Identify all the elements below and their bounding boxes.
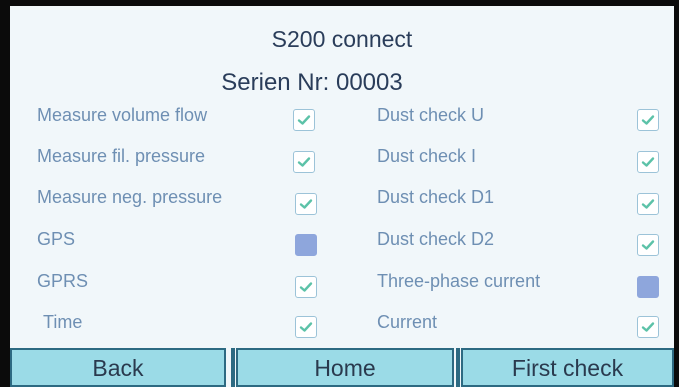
home-button[interactable]: Home xyxy=(236,348,454,387)
option-measure-neg-pressure-checkbox[interactable] xyxy=(295,193,317,215)
checkmark-icon xyxy=(299,322,313,332)
checkmark-icon xyxy=(299,282,313,292)
serial-number: Serien Nr: 00003 xyxy=(221,69,403,96)
option-measure-volume-flow-label: Measure volume flow xyxy=(37,105,208,125)
checkmark-icon xyxy=(297,157,311,167)
first-check-button[interactable]: First check xyxy=(461,348,674,387)
option-dust-check-i-checkbox[interactable] xyxy=(637,151,659,173)
option-measure-fil-pressure-label: Measure fil. pressure xyxy=(37,146,206,166)
checkmark-icon xyxy=(641,157,655,167)
option-three-phase-current-label: Three-phase current xyxy=(377,271,541,291)
back-button[interactable]: Back xyxy=(10,348,226,387)
app-title: S200 connect xyxy=(271,26,413,52)
checkmark-icon xyxy=(641,240,655,250)
option-gprs-label: GPRS xyxy=(37,271,89,291)
option-three-phase-current-checkbox[interactable] xyxy=(637,276,659,298)
option-dust-check-d1-checkbox[interactable] xyxy=(637,193,659,215)
button-divider xyxy=(456,348,460,387)
option-dust-check-u-label: Dust check U xyxy=(377,105,485,125)
checkmark-icon xyxy=(641,199,655,209)
checkmark-icon xyxy=(641,115,655,125)
option-gps-label: GPS xyxy=(37,229,76,249)
option-dust-check-u-checkbox[interactable] xyxy=(637,109,659,131)
touch-screen: S200 connect Serien Nr: 00003 Measure vo… xyxy=(10,6,674,387)
option-dust-check-i-label: Dust check I xyxy=(377,146,477,166)
checkmark-icon xyxy=(297,115,311,125)
checkmark-icon xyxy=(641,322,655,332)
option-current-label: Current xyxy=(377,312,438,332)
option-time-checkbox[interactable] xyxy=(295,316,317,338)
option-dust-check-d1-label: Dust check D1 xyxy=(377,187,495,207)
checkmark-icon xyxy=(299,199,313,209)
button-divider xyxy=(231,348,235,387)
option-time-label: Time xyxy=(43,312,83,332)
option-gprs-checkbox[interactable] xyxy=(295,276,317,298)
option-gps-checkbox[interactable] xyxy=(295,234,317,256)
option-measure-fil-pressure-checkbox[interactable] xyxy=(293,151,315,173)
option-dust-check-d2-label: Dust check D2 xyxy=(377,229,495,249)
option-current-checkbox[interactable] xyxy=(637,316,659,338)
option-measure-neg-pressure-label: Measure neg. pressure xyxy=(37,187,223,207)
option-measure-volume-flow-checkbox[interactable] xyxy=(293,109,315,131)
option-dust-check-d2-checkbox[interactable] xyxy=(637,234,659,256)
